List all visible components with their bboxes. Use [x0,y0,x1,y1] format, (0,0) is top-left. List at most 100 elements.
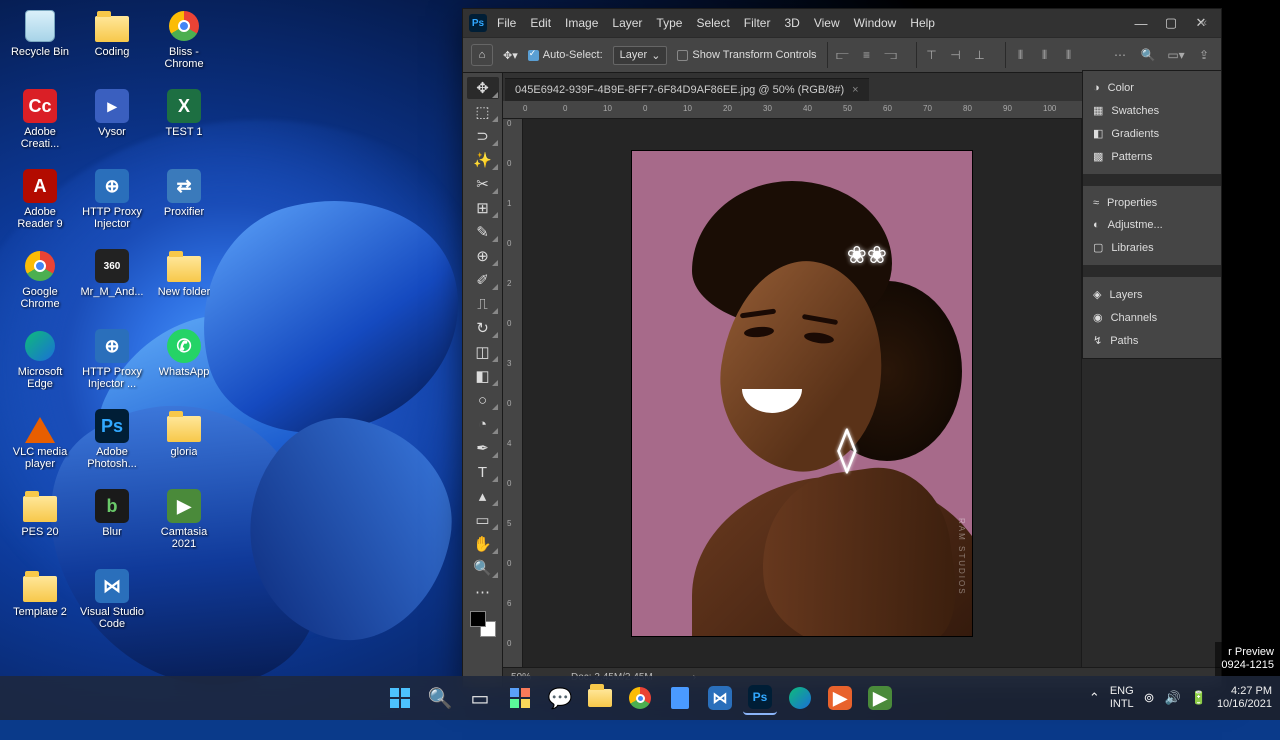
minimize-button[interactable]: — [1127,12,1155,34]
rectangle-tool[interactable]: ▭ [467,509,499,531]
hand-tool[interactable]: ✋ [467,533,499,555]
move-tool-icon[interactable]: ✥▾ [503,49,518,62]
clone-stamp-tool[interactable]: ⎍ [467,293,499,315]
dodge-tool[interactable]: ◔ [467,413,499,435]
document-canvas[interactable]: ❀❀ ◊ RAM STUDIOS [632,151,972,636]
desktop-icon[interactable]: Bliss - Chrome [148,4,220,84]
desktop-icon[interactable]: ⊕HTTP Proxy Injector ... [76,324,148,404]
panel-swatches[interactable]: ▦Swatches [1083,99,1221,122]
menu-select[interactable]: Select [696,16,729,30]
panel-channels[interactable]: ◉Channels [1083,306,1221,329]
panel-adjustme[interactable]: ◐Adjustme... [1083,214,1221,236]
desktop-icon[interactable]: bBlur [76,484,148,564]
quick-select-tool[interactable]: ✨ [467,149,499,171]
desktop-icon[interactable]: AAdobe Reader 9 [4,164,76,244]
align-center-v-icon[interactable]: ⊣ [947,46,965,64]
search-button[interactable]: 🔍 [423,681,457,715]
more-options-icon[interactable]: ⋯ [1111,46,1129,64]
desktop-icon[interactable]: ⇄Proxifier [148,164,220,244]
edit-toolbar[interactable]: ⋯ [467,581,499,603]
wifi-icon[interactable]: ⊚ [1144,690,1155,706]
panel-patterns[interactable]: ▩Patterns [1083,145,1221,168]
history-brush-tool[interactable]: ↻ [467,317,499,339]
taskbar-chrome[interactable] [623,681,657,715]
distribute-center-icon[interactable]: ⫴ [1036,46,1054,64]
align-bottom-icon[interactable]: ⊥ [971,46,989,64]
taskbar-photoshop[interactable]: Ps [743,681,777,715]
menu-layer[interactable]: Layer [612,16,642,30]
panel-color[interactable]: ◑Color [1083,77,1221,99]
panel-paths[interactable]: ↯Paths [1083,329,1221,352]
menu-window[interactable]: Window [854,16,897,30]
start-button[interactable] [383,681,417,715]
battery-icon[interactable]: 🔋 [1191,690,1207,706]
language-indicator[interactable]: ENGINTL [1110,685,1134,711]
close-tab-icon[interactable]: × [852,84,858,96]
menu-filter[interactable]: Filter [744,16,771,30]
search-icon[interactable]: 🔍 [1139,46,1157,64]
align-right-icon[interactable]: ⫎ [882,46,900,64]
panel-gradients[interactable]: ◧Gradients [1083,122,1221,145]
desktop-icon[interactable]: Template 2 [4,564,76,644]
panel-properties[interactable]: ≈Properties [1083,192,1221,214]
gradient-tool[interactable]: ◧ [467,365,499,387]
document-tab[interactable]: 045E6942-939F-4B9E-8FF7-6F84D9AF86EE.jpg… [505,78,869,101]
eraser-tool[interactable]: ◫ [467,341,499,363]
menu-help[interactable]: Help [910,16,935,30]
desktop-icon[interactable]: PsAdobe Photosh... [76,404,148,484]
lasso-tool[interactable]: ⊃ [467,125,499,147]
taskbar-vscode[interactable]: ⋈ [703,681,737,715]
distribute-top-icon[interactable]: ⫴ [1012,46,1030,64]
share-icon[interactable]: ⇪ [1195,46,1213,64]
auto-select-checkbox[interactable]: Auto-Select: [528,49,603,61]
menu-file[interactable]: File [497,16,516,30]
blur-tool[interactable]: ○ [467,389,499,411]
move-tool[interactable]: ✥ [467,77,499,99]
distribute-bottom-icon[interactable]: ⫴ [1060,46,1078,64]
frame-tool[interactable]: ⊞ [467,197,499,219]
menu-3d[interactable]: 3D [784,16,799,30]
taskbar-explorer[interactable] [583,681,617,715]
taskbar-camtasia[interactable]: ▶ [823,681,857,715]
panel-layers[interactable]: ◈Layers [1083,283,1221,306]
tray-chevron-icon[interactable]: ⌃ [1089,690,1100,706]
desktop-icon[interactable]: Microsoft Edge [4,324,76,404]
task-view-button[interactable]: ▭ [463,681,497,715]
desktop-icon[interactable]: Google Chrome [4,244,76,324]
crop-tool[interactable]: ✂ [467,173,499,195]
path-select-tool[interactable]: ▴ [467,485,499,507]
align-left-icon[interactable]: ⫍ [834,46,852,64]
align-top-icon[interactable]: ⊤ [923,46,941,64]
home-button[interactable]: ⌂ [471,44,493,66]
desktop-icon[interactable]: ▶Camtasia 2021 [148,484,220,564]
desktop-icon[interactable]: ▸Vysor [76,84,148,164]
zoom-tool[interactable]: 🔍 [467,557,499,579]
clock[interactable]: 4:27 PM10/16/2021 [1217,685,1272,711]
healing-brush-tool[interactable]: ⊕ [467,245,499,267]
desktop-icon[interactable]: ⋈Visual Studio Code [76,564,148,644]
desktop-icon[interactable]: PES 20 [4,484,76,564]
desktop-icon[interactable]: CcAdobe Creati... [4,84,76,164]
menu-image[interactable]: Image [565,16,598,30]
vertical-ruler[interactable]: 0010203040506070 [503,119,523,667]
widgets-button[interactable] [503,681,537,715]
desktop-icon[interactable]: ✆WhatsApp [148,324,220,404]
desktop-icon[interactable]: Coding [76,4,148,84]
taskbar-edge[interactable] [783,681,817,715]
menu-view[interactable]: View [814,16,840,30]
align-center-h-icon[interactable]: ≡ [858,46,876,64]
desktop-icon[interactable]: Recycle Bin [4,4,76,84]
pen-tool[interactable]: ✒ [467,437,499,459]
desktop-icon[interactable]: New folder [148,244,220,324]
marquee-tool[interactable]: ⬚ [467,101,499,123]
desktop-icon[interactable]: VLC media player [4,404,76,484]
taskbar-app-blue[interactable] [663,681,697,715]
taskbar-teams[interactable]: 💬 [543,681,577,715]
taskbar-camtasia-rec[interactable]: ▶ [863,681,897,715]
brush-tool[interactable]: ✐ [467,269,499,291]
show-transform-checkbox[interactable]: Show Transform Controls [677,49,816,61]
desktop-icon[interactable]: 360Mr_M_And... [76,244,148,324]
menu-type[interactable]: Type [656,16,682,30]
auto-select-target-dropdown[interactable]: Layer⌄ [613,46,668,65]
volume-icon[interactable]: 🔊 [1165,690,1181,706]
